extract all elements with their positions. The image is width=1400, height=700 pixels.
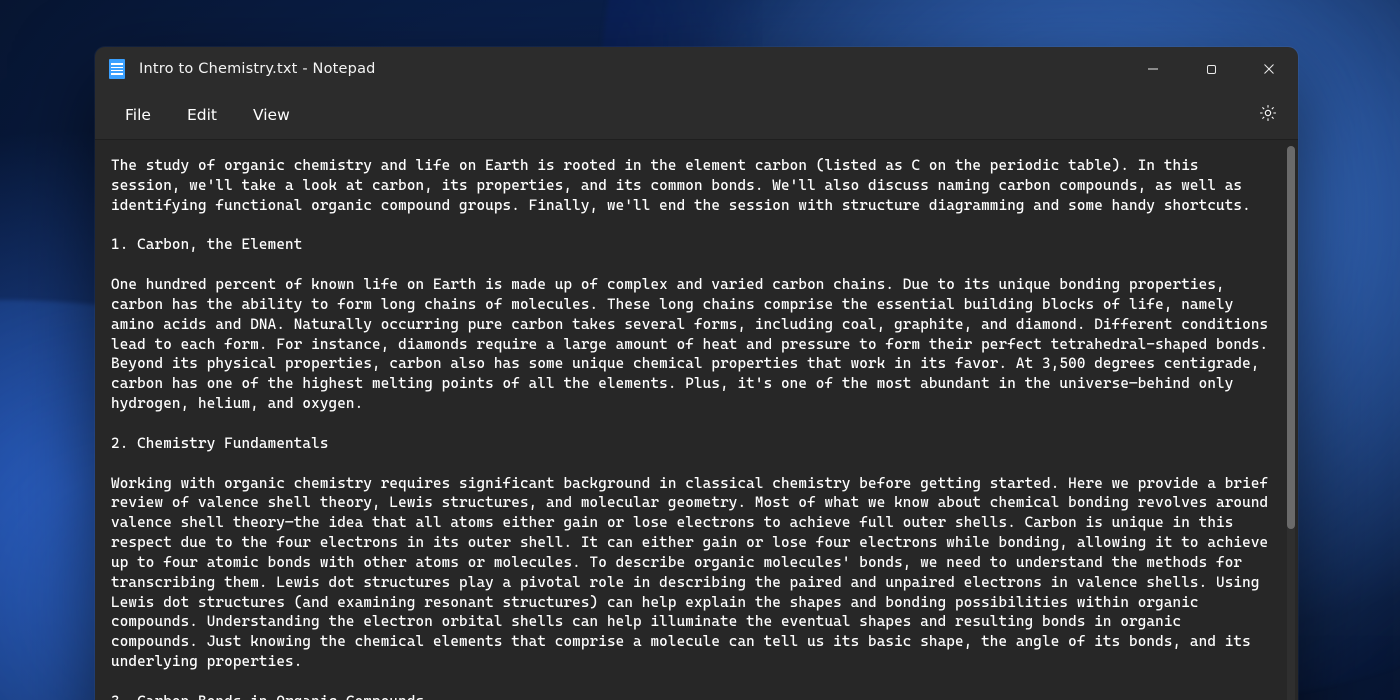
- window-controls: [1124, 47, 1298, 91]
- notepad-icon: [109, 59, 125, 79]
- menubar: File Edit View: [95, 91, 1298, 139]
- vertical-scrollbar[interactable]: [1287, 146, 1295, 700]
- menu-edit[interactable]: Edit: [169, 98, 235, 132]
- text-editor[interactable]: The study of organic chemistry and life …: [95, 140, 1282, 700]
- window-title: Intro to Chemistry.txt - Notepad: [139, 61, 376, 77]
- close-button[interactable]: [1240, 47, 1298, 91]
- notepad-window: Intro to Chemistry.txt - Notepad File Ed…: [95, 47, 1298, 700]
- maximize-button[interactable]: [1182, 47, 1240, 91]
- settings-button[interactable]: [1250, 95, 1298, 135]
- menu-file[interactable]: File: [107, 98, 169, 132]
- titlebar[interactable]: Intro to Chemistry.txt - Notepad: [95, 47, 1298, 91]
- editor-area: The study of organic chemistry and life …: [95, 139, 1298, 700]
- menu-view[interactable]: View: [235, 98, 308, 132]
- minimize-button[interactable]: [1124, 47, 1182, 91]
- scrollbar-thumb[interactable]: [1287, 146, 1295, 529]
